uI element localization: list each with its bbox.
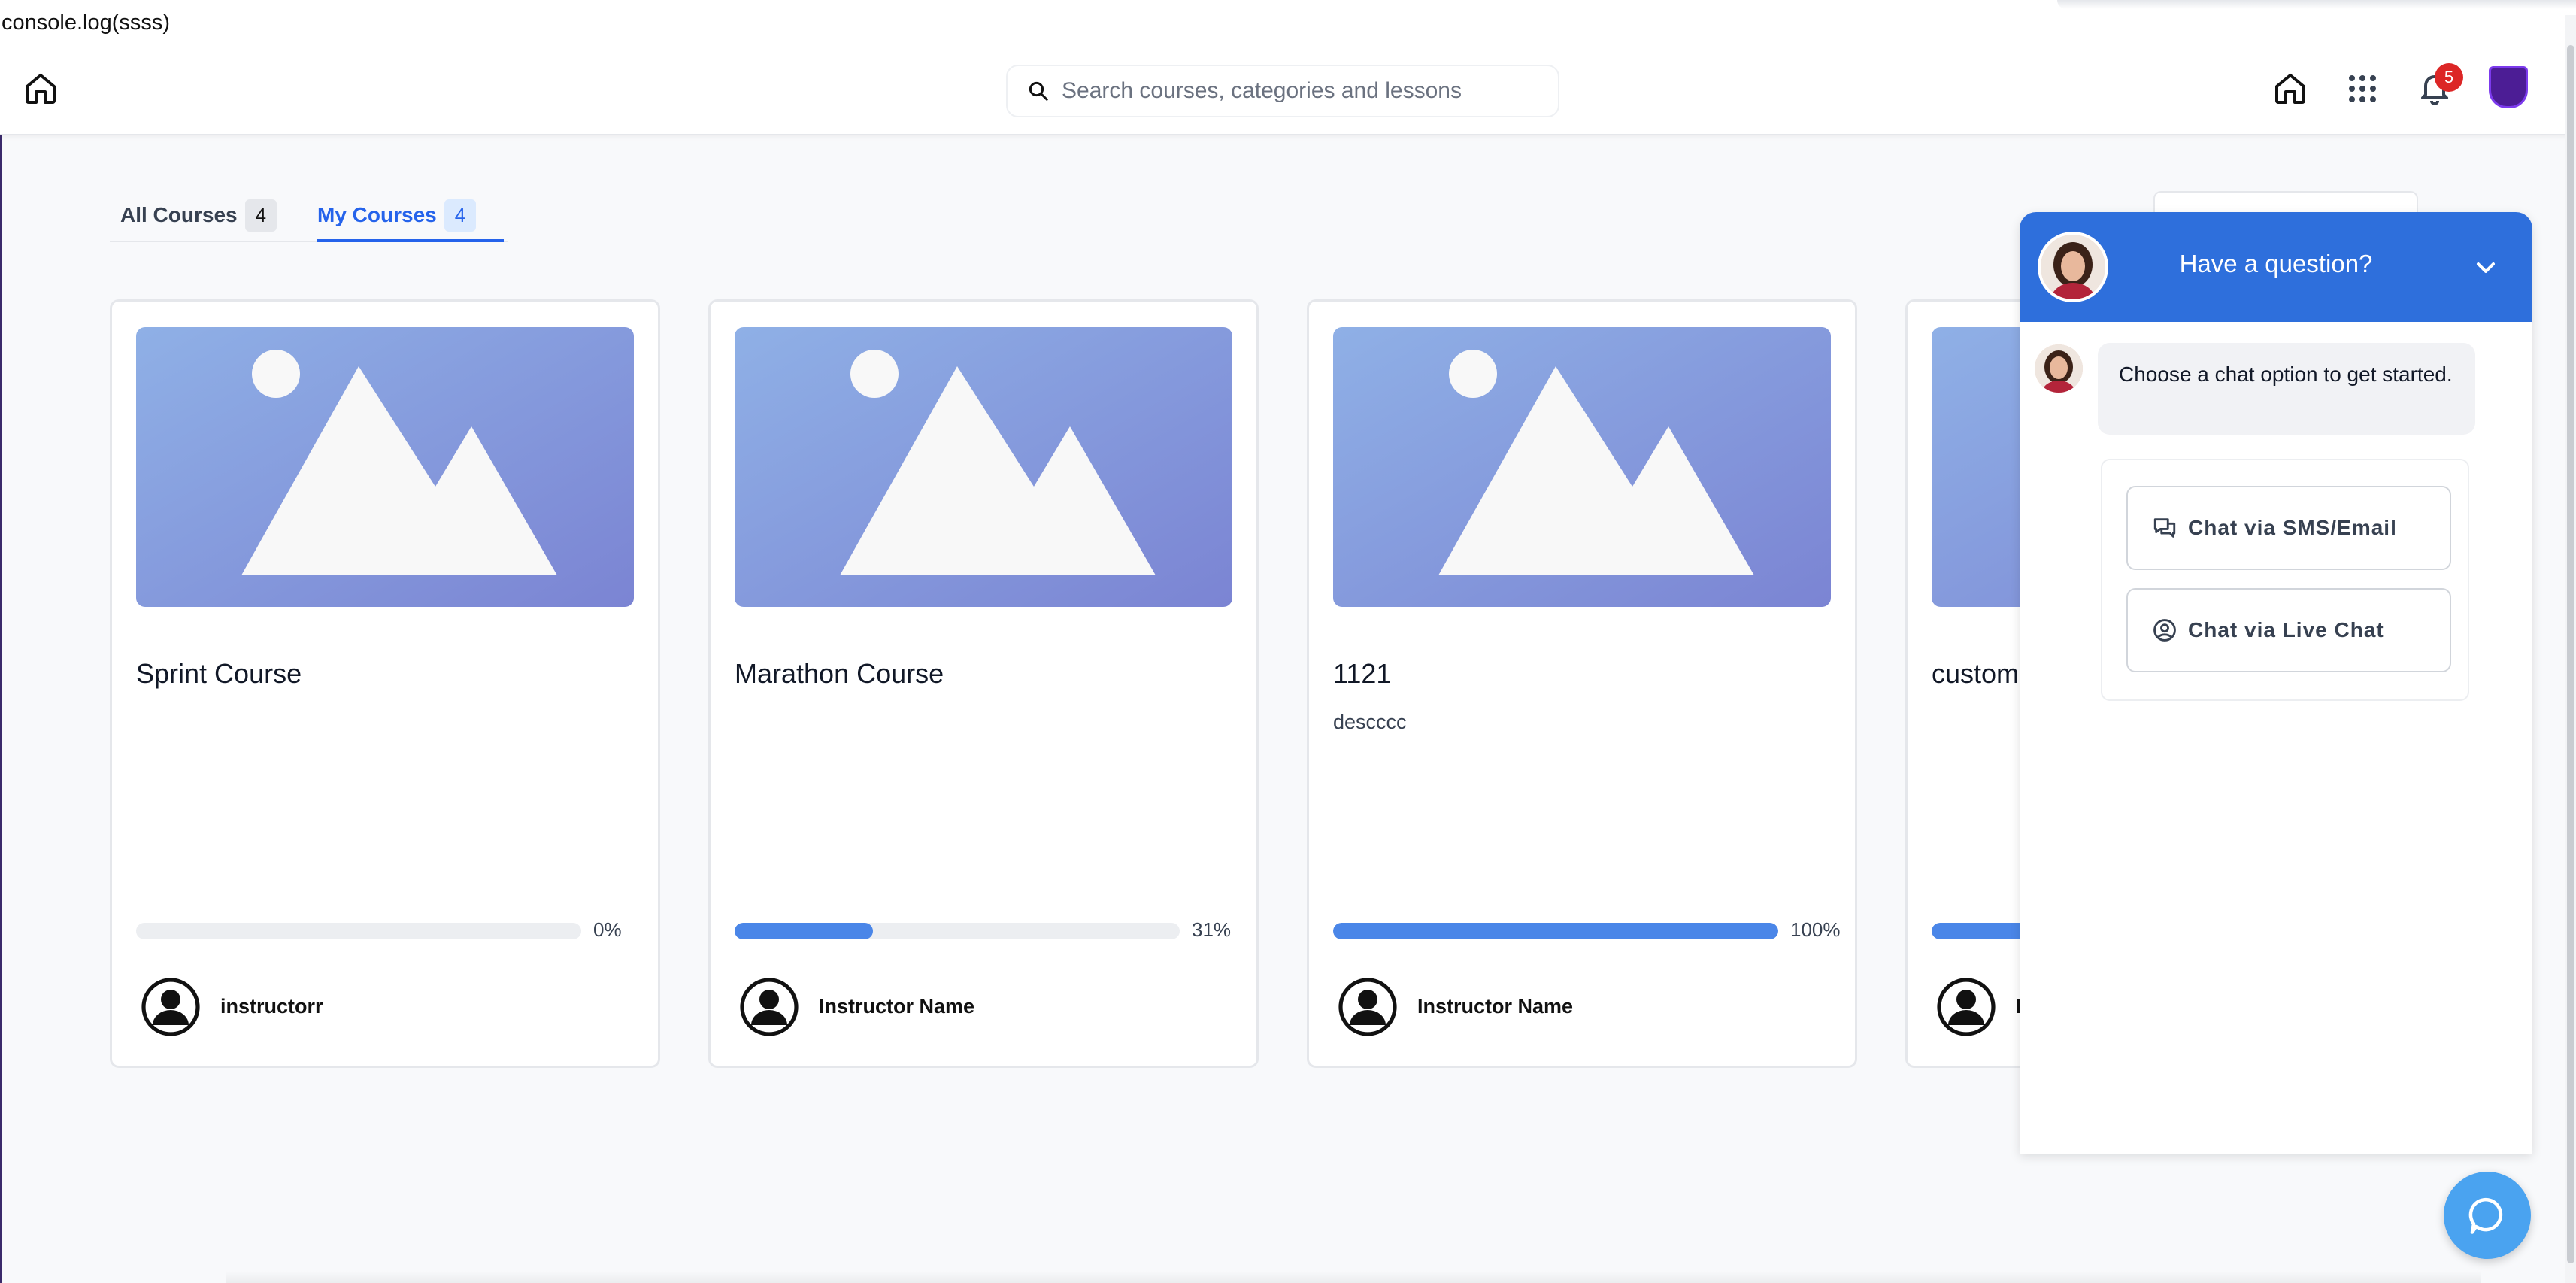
instructor-avatar-icon <box>141 978 200 1036</box>
chevron-down-icon[interactable] <box>2471 253 2501 283</box>
course-title: Marathon Course <box>735 658 944 689</box>
apps-grid-icon[interactable] <box>2344 71 2381 107</box>
window-left-edge <box>0 135 2 1283</box>
search-input[interactable] <box>1062 78 1543 104</box>
chat-header-title: Have a question? <box>2179 250 2373 278</box>
notification-badge: 5 <box>2435 63 2463 92</box>
home-icon[interactable] <box>23 71 59 107</box>
course-title: Sprint Course <box>136 658 302 689</box>
chat-sms-email-button[interactable]: Chat via SMS/Email <box>2126 486 2451 570</box>
tab-my-courses[interactable]: My Courses 4 <box>317 188 477 242</box>
progress-percent: 31% <box>1192 918 1232 941</box>
progress-bar <box>735 923 1180 939</box>
progress-fill <box>735 923 873 939</box>
course-card[interactable]: Marathon Course 31% Instructor Name <box>708 299 1259 1068</box>
chat-header: Have a question? <box>2020 212 2532 322</box>
chat-bubble-icon <box>2468 1197 2503 1234</box>
top-fade <box>2057 0 2576 9</box>
instructor-avatar-icon <box>740 978 799 1036</box>
tab-count: 4 <box>244 199 277 232</box>
tab-all-courses[interactable]: All Courses 4 <box>120 188 277 242</box>
chat-message: Choose a chat option to get started. <box>2098 343 2475 435</box>
bottom-edge-shadow <box>226 1271 2481 1283</box>
sms-chat-icon <box>2153 518 2176 538</box>
search-bar[interactable] <box>1006 65 1559 117</box>
progress-bar <box>1333 923 1778 939</box>
chat-live-chat-button[interactable]: Chat via Live Chat <box>2126 588 2451 672</box>
course-thumbnail-placeholder <box>735 327 1232 607</box>
chat-options-box: Chat via SMS/Email Chat via Live Chat <box>2101 459 2469 701</box>
instructor-avatar-icon <box>1338 978 1397 1036</box>
school-logo-avatar[interactable] <box>2489 66 2528 108</box>
chat-option-label: Chat via SMS/Email <box>2188 516 2397 539</box>
progress-fill <box>1333 923 1778 939</box>
course-card[interactable]: Sprint Course 0% instructorr <box>110 299 660 1068</box>
agent-avatar <box>2035 344 2083 393</box>
chat-widget-panel: Have a question? Choose a chat option to… <box>2020 212 2532 1154</box>
course-tabs: All Courses 4 My Courses 4 <box>110 188 508 242</box>
course-title: custom <box>1932 658 2020 689</box>
instructor-name: Instructor Name <box>1417 995 1574 1018</box>
home-icon[interactable] <box>2272 71 2308 107</box>
course-title: 1121 <box>1333 658 1392 689</box>
tab-label: My Courses <box>317 203 437 226</box>
course-card[interactable]: 1121 descccc 100% Instructor Name <box>1307 299 1857 1068</box>
instructor-name: instructorr <box>220 995 323 1018</box>
progress-percent: 100% <box>1790 918 1841 941</box>
instructor-avatar-icon <box>1937 978 1996 1036</box>
chat-launcher-button[interactable] <box>2444 1172 2531 1259</box>
search-icon <box>1029 81 1048 101</box>
tab-count: 4 <box>444 199 477 232</box>
console-output: console.log(ssss) <box>2 11 171 35</box>
progress-percent: 0% <box>593 918 622 941</box>
tab-label: All Courses <box>120 203 238 226</box>
course-thumbnail-placeholder <box>1333 327 1831 607</box>
progress-bar <box>136 923 581 939</box>
scrollbar-thumb[interactable] <box>2567 45 2574 1263</box>
user-circle-icon <box>2153 619 2176 642</box>
course-description: descccc <box>1333 711 1407 733</box>
active-tab-indicator <box>317 239 504 242</box>
page-scrollbar[interactable] <box>2565 15 2576 1283</box>
instructor-name: Instructor Name <box>819 995 975 1018</box>
top-navbar: 5 <box>0 0 2576 135</box>
course-thumbnail-placeholder <box>136 327 634 607</box>
chat-option-label: Chat via Live Chat <box>2188 618 2384 642</box>
